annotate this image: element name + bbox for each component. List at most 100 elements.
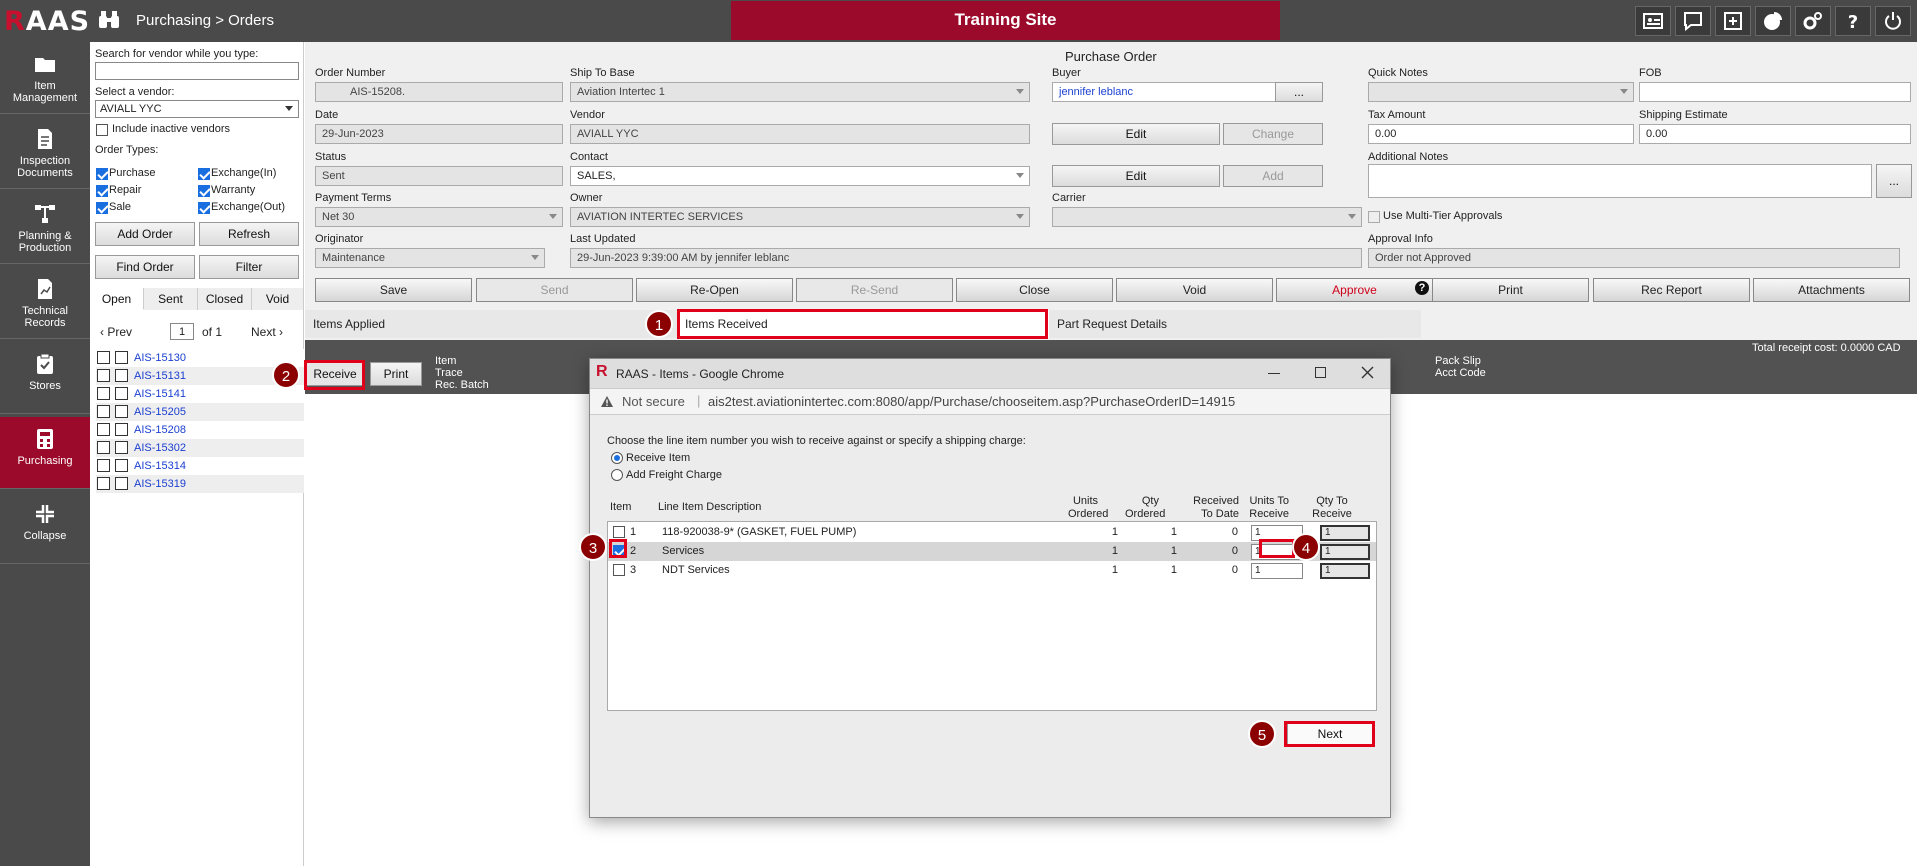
nav-technical-records[interactable]: Technical Records <box>0 267 90 339</box>
table-row[interactable]: 3 NDT Services 1 1 0 1 1 <box>608 561 1376 580</box>
tab-items-applied[interactable]: Items Applied <box>305 310 677 338</box>
delete-icon[interactable] <box>115 459 128 472</box>
order-link[interactable]: AIS-15141 <box>134 385 186 403</box>
quick-notes-select[interactable] <box>1368 82 1634 102</box>
type-purchase-checkbox[interactable] <box>96 168 108 180</box>
fob-input[interactable] <box>1639 82 1911 102</box>
type-warranty-checkbox[interactable] <box>198 185 210 197</box>
edit-icon[interactable] <box>97 387 110 400</box>
receive-item-radio[interactable] <box>611 452 623 464</box>
tab-void[interactable]: Void <box>252 288 304 310</box>
find-order-button[interactable]: Find Order <box>95 255 195 279</box>
tab-closed[interactable]: Closed <box>198 288 252 310</box>
order-number-field[interactable]: AIS-15208. <box>315 82 563 102</box>
edit-icon[interactable] <box>97 369 110 382</box>
maximize-icon[interactable] <box>1315 367 1326 378</box>
freight-charge-radio[interactable] <box>611 469 623 481</box>
vendor-select[interactable]: AVIALL YYC <box>95 100 299 118</box>
buyer-lookup-button[interactable]: ... <box>1275 82 1323 102</box>
list-item[interactable]: AIS-15141 <box>96 385 304 403</box>
order-link[interactable]: AIS-15205 <box>134 403 186 421</box>
void-button[interactable]: Void <box>1116 278 1273 302</box>
originator-select[interactable]: Maintenance <box>315 248 545 268</box>
next-page-button[interactable]: Next › <box>251 325 283 339</box>
order-link[interactable]: AIS-15319 <box>134 475 186 493</box>
nav-stores[interactable]: Stores <box>0 342 90 414</box>
include-inactive-checkbox[interactable] <box>96 124 108 136</box>
approve-button[interactable]: Approve <box>1276 278 1433 302</box>
edit-icon[interactable] <box>97 459 110 472</box>
type-exchange-in-checkbox[interactable] <box>198 168 210 180</box>
delete-icon[interactable] <box>115 405 128 418</box>
help-icon[interactable]: ? <box>1415 281 1429 295</box>
delete-icon[interactable] <box>115 477 128 490</box>
refresh-button[interactable]: Refresh <box>199 222 299 246</box>
shipping-input[interactable]: 0.00 <box>1639 124 1911 144</box>
save-button[interactable]: Save <box>315 278 472 302</box>
type-exchange-out-checkbox[interactable] <box>198 202 210 214</box>
edit-icon[interactable] <box>97 477 110 490</box>
list-item[interactable]: AIS-15314 <box>96 457 304 475</box>
nav-purchasing[interactable]: Purchasing <box>0 417 90 489</box>
order-link[interactable]: AIS-15130 <box>134 349 186 367</box>
chat-icon[interactable] <box>1675 6 1711 36</box>
close-icon[interactable] <box>1361 366 1374 379</box>
list-item[interactable]: AIS-15208 <box>96 421 304 439</box>
print-button[interactable]: Print <box>370 362 422 386</box>
tab-sent[interactable]: Sent <box>144 288 198 310</box>
order-link[interactable]: AIS-15302 <box>134 439 186 457</box>
order-link[interactable]: AIS-15314 <box>134 457 186 475</box>
edit-icon[interactable] <box>97 423 110 436</box>
dialog-url[interactable]: ais2test.aviationintertec.com:8080/app/P… <box>708 394 1235 409</box>
id-card-icon[interactable] <box>1635 6 1671 36</box>
rec-report-button[interactable]: Rec Report <box>1593 278 1750 302</box>
delete-icon[interactable] <box>115 441 128 454</box>
delete-icon[interactable] <box>115 423 128 436</box>
list-item[interactable]: AIS-15130 <box>96 349 304 367</box>
additional-notes-textarea[interactable] <box>1368 164 1872 198</box>
delete-icon[interactable] <box>115 387 128 400</box>
help-icon[interactable]: ? <box>1835 6 1871 36</box>
binoculars-icon[interactable] <box>98 10 120 30</box>
filter-button[interactable]: Filter <box>199 255 299 279</box>
carrier-select[interactable] <box>1052 207 1362 227</box>
close-button[interactable]: Close <box>956 278 1113 302</box>
delete-icon[interactable] <box>115 369 128 382</box>
page-number-input[interactable]: 1 <box>170 323 194 340</box>
tax-input[interactable]: 0.00 <box>1368 124 1634 144</box>
list-item[interactable]: AIS-15205 <box>96 403 304 421</box>
nav-inspection-documents[interactable]: Inspection Documents <box>0 117 90 189</box>
owner-select[interactable]: AVIATION INTERTEC SERVICES <box>570 207 1030 227</box>
minimize-icon[interactable] <box>1268 373 1280 374</box>
edit-vendor-button[interactable]: Edit <box>1052 123 1220 145</box>
ship-to-select[interactable]: Aviation Intertec 1 <box>570 82 1030 102</box>
power-icon[interactable] <box>1875 6 1911 36</box>
raas-logo[interactable]: RAAS <box>4 6 90 37</box>
row-checkbox[interactable] <box>613 526 625 538</box>
edit-icon[interactable] <box>97 405 110 418</box>
nav-collapse[interactable]: Collapse <box>0 492 90 564</box>
plus-box-icon[interactable] <box>1715 6 1751 36</box>
print-po-button[interactable]: Print <box>1432 278 1589 302</box>
order-link[interactable]: AIS-15131 <box>134 367 186 385</box>
gears-icon[interactable] <box>1795 6 1831 36</box>
date-field[interactable]: 29-Jun-2023 <box>315 124 563 144</box>
add-order-button[interactable]: Add Order <box>95 222 195 246</box>
row-checkbox[interactable] <box>613 564 625 576</box>
contact-select[interactable]: SALES, <box>570 166 1030 186</box>
tab-open[interactable]: Open <box>90 288 144 310</box>
vendor-search-input[interactable] <box>95 62 299 80</box>
delete-icon[interactable] <box>115 351 128 364</box>
multi-tier-checkbox[interactable] <box>1368 211 1380 223</box>
prev-page-button[interactable]: ‹ Prev <box>100 325 132 339</box>
list-item[interactable]: AIS-15302 <box>96 439 304 457</box>
notes-lookup-button[interactable]: ... <box>1876 164 1912 198</box>
list-item[interactable]: AIS-15319 <box>96 475 304 493</box>
pie-chart-icon[interactable] <box>1755 6 1791 36</box>
nav-item-management[interactable]: Item Management <box>0 42 90 114</box>
edit-contact-button[interactable]: Edit <box>1052 165 1220 187</box>
type-sale-checkbox[interactable] <box>96 202 108 214</box>
type-repair-checkbox[interactable] <box>96 185 108 197</box>
tab-part-request-details[interactable]: Part Request Details <box>1049 310 1421 338</box>
edit-icon[interactable] <box>97 441 110 454</box>
